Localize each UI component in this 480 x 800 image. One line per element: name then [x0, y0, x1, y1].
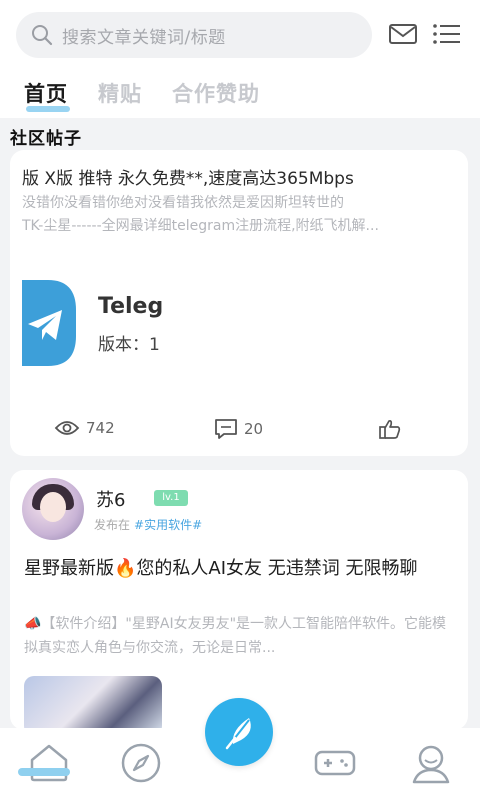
search-bar[interactable]: 搜索文章关键词/标题 — [16, 12, 372, 58]
feather-icon — [225, 718, 251, 750]
posted-in: 发布在 #实用软件# — [94, 516, 202, 533]
post-description: 没错你没看错你绝对没看错我依然是爱因斯坦转世的 TK-尘星------全网最详细… — [22, 192, 452, 238]
compass-icon[interactable] — [118, 740, 164, 786]
menu-icon[interactable] — [432, 22, 462, 46]
search-placeholder: 搜索文章关键词/标题 — [62, 27, 226, 48]
top-bar: 搜索文章关键词/标题 首页 精贴 合作赞助 — [0, 0, 480, 118]
tab-featured[interactable]: 精贴 — [98, 78, 142, 108]
section-title: 社区帖子 — [10, 129, 82, 149]
mail-icon[interactable] — [388, 22, 418, 46]
post-card[interactable]: 苏6 lv.1 发布在 #实用软件# 星野最新版🔥您的私人AI女友 无违禁词 无限… — [10, 470, 468, 730]
tab-bar: 首页 精贴 合作赞助 — [24, 78, 260, 112]
post-headline: 版 X版 推特 永久免费**,速度高达365Mbps — [22, 169, 354, 189]
user-icon[interactable] — [408, 740, 454, 786]
eye-icon — [54, 421, 80, 435]
post-description: 📣【软件介绍】"星野AI女友男友"是一款人工智能陪伴软件。它能模拟真实恋人角色与… — [24, 616, 447, 656]
avatar-face — [40, 492, 66, 522]
thumbs-up-icon — [379, 419, 401, 439]
app-name: Telegr — [98, 294, 164, 319]
level-badge: lv.1 — [154, 490, 188, 506]
comment-icon — [215, 419, 237, 439]
create-post-button[interactable] — [205, 698, 273, 766]
post-description-line: 没错你没看错你绝对没看错我依然是爱因斯坦转世的 — [22, 195, 344, 211]
comments-count: 20 — [244, 420, 264, 438]
post-description-line: TK-尘星------全网最详细telegram注册流程,附纸飞机解... — [22, 218, 379, 234]
search-icon — [32, 25, 53, 46]
tab-sponsorship-label: 合作赞助 — [172, 82, 260, 106]
tab-home-label: 首页 — [24, 82, 68, 106]
post-image[interactable] — [24, 676, 162, 730]
tab-sponsorship[interactable]: 合作赞助 — [172, 78, 260, 108]
bottom-nav — [0, 698, 480, 800]
post-card[interactable]: 版 X版 推特 永久免费**,速度高达365Mbps 没错你没看错你绝对没看错我… — [10, 150, 468, 456]
tab-featured-label: 精贴 — [98, 82, 142, 106]
tab-active-indicator — [26, 106, 70, 112]
views-stat: 742 — [54, 418, 115, 438]
views-count: 742 — [86, 419, 115, 437]
comment-button[interactable]: 20 — [214, 418, 263, 440]
avatar[interactable] — [22, 478, 84, 540]
telegram-icon — [22, 280, 76, 366]
gamepad-icon[interactable] — [312, 740, 358, 786]
username[interactable]: 苏6 — [96, 486, 125, 512]
post-title: 星野最新版🔥您的私人AI女友 无违禁词 无限畅聊 — [24, 558, 418, 579]
posted-prefix: 发布在 — [94, 518, 131, 532]
app-version: 版本：1 — [98, 335, 160, 355]
tab-home[interactable]: 首页 — [24, 78, 70, 112]
like-button[interactable] — [378, 418, 402, 440]
home-icon[interactable] — [26, 740, 72, 786]
home-active-indicator — [18, 768, 70, 776]
category-tag[interactable]: #实用软件# — [134, 518, 202, 532]
